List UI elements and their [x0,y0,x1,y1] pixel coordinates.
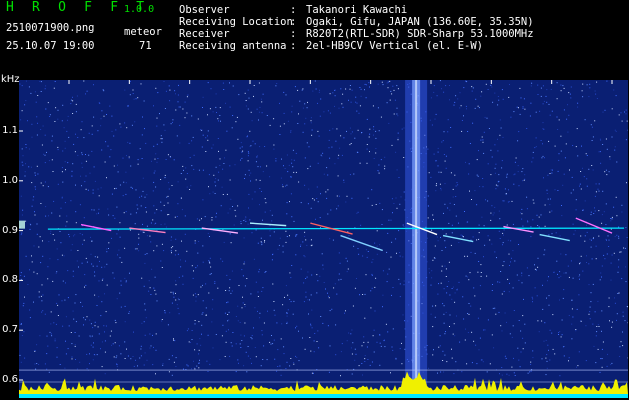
meteor-echo [575,217,613,234]
location-label: Receiving Location [179,16,293,28]
meteor-echo [340,234,383,252]
y-tick-label: 0.6 [2,374,18,385]
file-name: 2510071900.png [6,22,95,34]
observer-label: Observer [179,4,230,16]
spectrogram-svg [19,80,628,398]
location-value: Ogaki, Gifu, JAPAN (136.60E, 35.35N) [306,16,534,28]
y-tick-label: 1.1 [2,125,18,136]
spectrogram [19,80,628,398]
meteor-echo [442,234,474,243]
y-axis-unit: kHz [1,74,20,85]
interference-center [415,80,418,398]
y-tick-label: 0.8 [2,274,18,286]
observer-value: Takanori Kawachi [306,4,408,16]
edge-signal [19,220,25,229]
receiver-value: R820T2(RTL-SDR) SDR-Sharp 53.1000MHz [306,28,534,40]
spectrum-trace [19,371,628,394]
meteor-echo [249,222,287,227]
y-tick-label: 1.0 [2,174,18,186]
meteor-label: meteor [124,26,162,38]
meteor-echo [539,233,570,242]
datetime: 25.10.07 19:00 [6,40,95,52]
receiver-colon: : [290,28,297,40]
meteor-echo [80,223,112,232]
y-tick-label: 0.7 [2,324,18,336]
antenna-value: 2el-HB9CV Vertical (el. E-W) [306,40,484,52]
meteor-count: 71 [139,40,152,52]
meteor-echo [503,225,534,233]
location-colon: : [290,16,297,28]
observer-colon: : [290,4,297,16]
header-panel: H R O F F T 1.0.0 2510071900.png meteor … [0,0,629,72]
antenna-colon: : [290,40,297,52]
app-version: 1.0.0 [124,4,155,15]
receiver-label: Receiver [179,28,230,40]
baseline-strip [19,394,628,398]
y-tick-label: 0.9 [2,224,18,236]
antenna-label: Receiving antenna [179,40,287,52]
